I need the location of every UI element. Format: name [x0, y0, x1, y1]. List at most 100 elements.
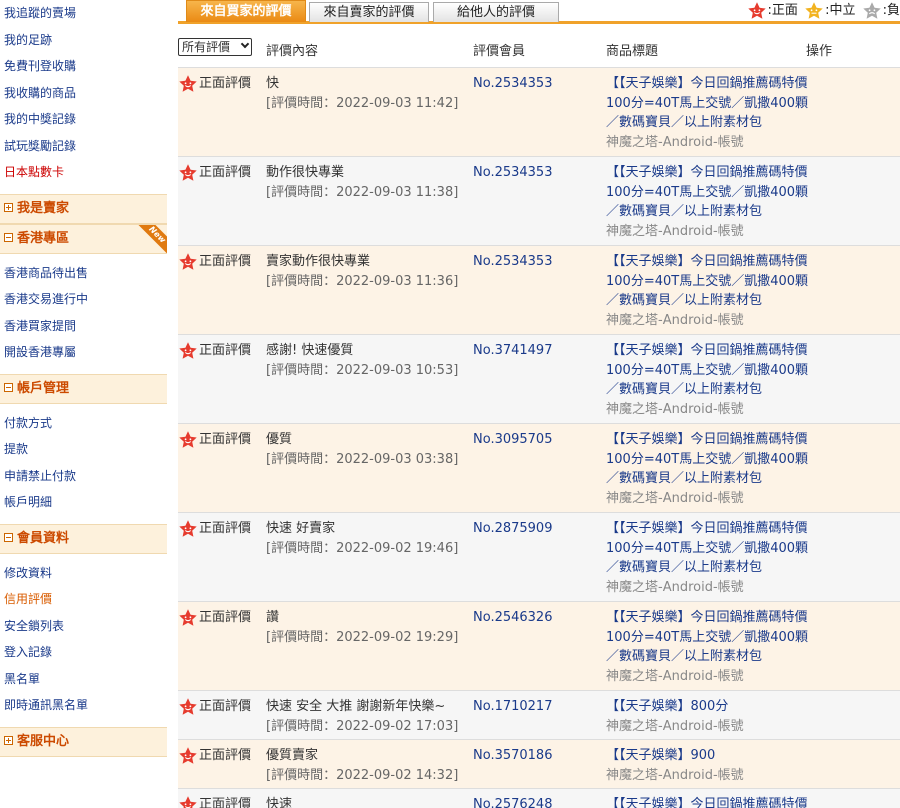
product-title-link[interactable]: 【【天子娛樂】今日回鍋推薦碼特價100分=40T馬上交號／凱撒400顆／數碼寶貝…	[606, 341, 816, 400]
product-cell: 【【天子娛樂】今日回鍋推薦碼特價100分=40T馬上交號／凱撒400顆／數碼寶貝…	[606, 608, 816, 686]
member-link[interactable]: No.2875909	[473, 519, 552, 539]
review-text: 快速 好賣家	[266, 521, 336, 536]
member-link[interactable]: No.3570186	[473, 746, 552, 766]
product-game: 神魔之塔-Android-帳號	[606, 490, 744, 506]
content-cell: 優質 [評價時間：2022-09-03 03:38]	[266, 430, 458, 469]
review-text: 優質	[266, 432, 293, 447]
member-link[interactable]: No.2576248	[473, 795, 552, 808]
sidebar-link[interactable]: 我的中獎記錄	[0, 106, 167, 133]
rating-cell: 正面評價	[178, 519, 251, 539]
rating-cell: 正面評價	[178, 746, 251, 766]
product-title-link[interactable]: 【【天子娛樂】800分	[606, 697, 816, 717]
positive-star-icon	[179, 164, 197, 181]
rating-cell: 正面評價	[178, 697, 251, 717]
rating-label: 正面評價	[199, 610, 252, 626]
section-service[interactable]: 客服中心	[0, 726, 167, 757]
sidebar-link[interactable]: 信用評價	[0, 586, 167, 613]
review-time: [評價時間：2022-09-03 10:53]	[266, 362, 459, 378]
sidebar-link[interactable]: 免費刊登收購	[0, 53, 167, 80]
tab-bar: 來自買家的評價 來自賣家的評價 給他人的評價 :正面 :中立 :負	[178, 0, 900, 24]
sidebar-link[interactable]: 我追蹤的賣場	[0, 0, 167, 27]
section-account[interactable]: 帳戶管理	[0, 373, 167, 404]
sidebar-link[interactable]: 即時通訊黑名單	[0, 692, 167, 719]
product-cell: 【【天子娛樂】今日回鍋推薦碼特價100分=40T馬上交號／凱撒400顆／數碼寶貝…	[606, 252, 816, 330]
review-time: [評價時間：2022-09-03 11:42]	[266, 95, 459, 111]
member-link[interactable]: No.3095705	[473, 430, 552, 450]
section-seller[interactable]: 我是賣家	[0, 193, 167, 224]
product-title-link[interactable]: 【【天子娛樂】今日回鍋推薦碼特價100分=40T馬上交號／凱撒400顆／數碼寶貝…	[606, 430, 816, 489]
sidebar-link[interactable]: 我收購的商品	[0, 80, 167, 107]
sidebar-link[interactable]: 付款方式	[0, 410, 167, 437]
sidebar-hk-links: 香港商品待出售 香港交易進行中 香港買家提問 開設香港專屬	[0, 260, 167, 366]
section-member[interactable]: 會員資料	[0, 523, 167, 554]
positive-star-icon	[179, 609, 197, 626]
positive-star-icon	[179, 342, 197, 359]
collapse-icon	[4, 532, 13, 542]
sidebar-link[interactable]: 我的足跡	[0, 27, 167, 54]
member-link[interactable]: No.3741497	[473, 341, 552, 361]
review-text: 讚	[266, 610, 280, 625]
table-row: 正面評價快 [評價時間：2022-09-03 11:42] No.2534353 【【…	[178, 67, 900, 156]
positive-star-icon	[747, 2, 766, 19]
neutral-star-icon	[805, 2, 823, 19]
tab-from-sellers[interactable]: 來自賣家的評價	[309, 2, 429, 22]
review-table: 所有評價 評價內容 評價會員 商品標題 操作 正面評價快 [評價時間：2022-0…	[178, 34, 900, 808]
sidebar-link[interactable]: 登入記錄	[0, 639, 167, 666]
sidebar-link[interactable]: 申請禁止付款	[0, 463, 167, 490]
sidebar-link[interactable]: 香港交易進行中	[0, 286, 167, 313]
sidebar-link[interactable]: 黑名單	[0, 666, 167, 693]
legend-neutral-label: :中立	[825, 3, 856, 18]
member-link[interactable]: No.2534353	[473, 74, 552, 94]
review-time: [評價時間：2022-09-02 17:03]	[266, 718, 459, 734]
expand-icon	[4, 202, 13, 212]
product-title-link[interactable]: 【【天子娛樂】今日回鍋推薦碼特價100分=40T馬上交號／凱撒400顆／數碼寶貝…	[606, 252, 816, 311]
tab-from-buyers[interactable]: 來自買家的評價	[186, 0, 306, 22]
sidebar-link[interactable]: 日本點數卡	[0, 159, 167, 186]
sidebar: 我追蹤的賣場 我的足跡 免費刊登收購 我收購的商品 我的中獎記錄 試玩獎勵記錄 日本點數卡 …	[0, 0, 167, 808]
collapse-icon	[4, 232, 13, 242]
product-title-link[interactable]: 【【天子娛樂】今日回鍋推薦碼特價100分=40T馬上交號／凱撒400顆／數碼寶貝…	[606, 608, 816, 667]
rating-cell: 正面評價	[178, 795, 251, 808]
product-title-link[interactable]: 【【天子娛樂】900	[606, 746, 816, 766]
product-cell: 【【天子娛樂】800分 神魔之塔-Android-帳號	[606, 697, 816, 736]
rating-filter-select[interactable]: 所有評價	[178, 38, 252, 56]
tab-given-to-others[interactable]: 給他人的評價	[433, 2, 559, 22]
header-member: 評價會員	[473, 44, 526, 59]
section-member-label: 會員資料	[17, 530, 70, 546]
sidebar-link[interactable]: 提款	[0, 436, 167, 463]
product-title-link[interactable]: 【【天子娛樂】今日回鍋推薦碼特價100分=40T馬上交號／凱撒400顆／數碼寶貝…	[606, 519, 816, 578]
table-row: 正面評價 快速 安全 大推 謝謝新年快樂~ [評價時間：2022-09-02 17:…	[178, 690, 900, 739]
sidebar-link[interactable]: 帳戶明細	[0, 489, 167, 516]
section-hk-label: 香港專區	[17, 230, 70, 246]
member-link[interactable]: No.2534353	[473, 163, 552, 183]
header-product: 商品標題	[606, 44, 659, 59]
product-cell: 【【天子娛樂】今日回鍋推薦碼特價100分=40T馬上交號／凱撒400顆／數碼寶貝…	[606, 74, 816, 152]
product-game: 神魔之塔-Android-帳號	[606, 312, 744, 328]
review-text: 快	[266, 76, 280, 91]
product-title-link[interactable]: 【【天子娛樂】今日回鍋推薦碼特價100分=40T馬上交號／凱撒400顆／數碼寶貝…	[606, 163, 816, 222]
sidebar-link[interactable]: 修改資料	[0, 560, 167, 587]
sidebar-link[interactable]: 開設香港專屬	[0, 339, 167, 366]
member-link[interactable]: No.2534353	[473, 252, 552, 272]
content-cell: 快速 好賣家 [評價時間：2022-09-02 19:46]	[266, 519, 458, 558]
sidebar-link[interactable]: 香港商品待出售	[0, 260, 167, 287]
review-rows: 正面評價 快 [評價時間：2022-09-03 11:42] No.2534353 【【…	[178, 67, 900, 808]
positive-star-icon	[179, 698, 197, 715]
positive-star-icon	[179, 747, 197, 764]
section-hk[interactable]: 香港專區 New	[0, 223, 167, 254]
product-title-link[interactable]: 【【天子娛樂】今日回鍋推薦碼特價100分=40T馬上交號／凱撒400顆／數碼寶貝…	[606, 74, 816, 133]
member-link[interactable]: No.2546326	[473, 608, 552, 628]
sidebar-link[interactable]: 香港買家提問	[0, 313, 167, 340]
product-game: 神魔之塔-Android-帳號	[606, 668, 744, 684]
product-game: 神魔之塔-Android-帳號	[606, 767, 744, 783]
review-text: 賣家動作很快專業	[266, 254, 371, 269]
chevron-down-icon	[240, 39, 250, 49]
product-game: 神魔之塔-Android-帳號	[606, 579, 744, 595]
product-title-link[interactable]: 【【天子娛樂】今日回鍋推薦碼特價	[606, 795, 816, 808]
table-row: 正面評價 快速 好賣家 [評價時間：2022-09-02 19:46] No.2875…	[178, 512, 900, 601]
member-link[interactable]: No.1710217	[473, 697, 552, 717]
positive-star-icon	[179, 520, 197, 537]
negative-star-icon	[862, 2, 881, 19]
sidebar-link[interactable]: 安全鎖列表	[0, 613, 167, 640]
sidebar-link[interactable]: 試玩獎勵記錄	[0, 133, 167, 160]
